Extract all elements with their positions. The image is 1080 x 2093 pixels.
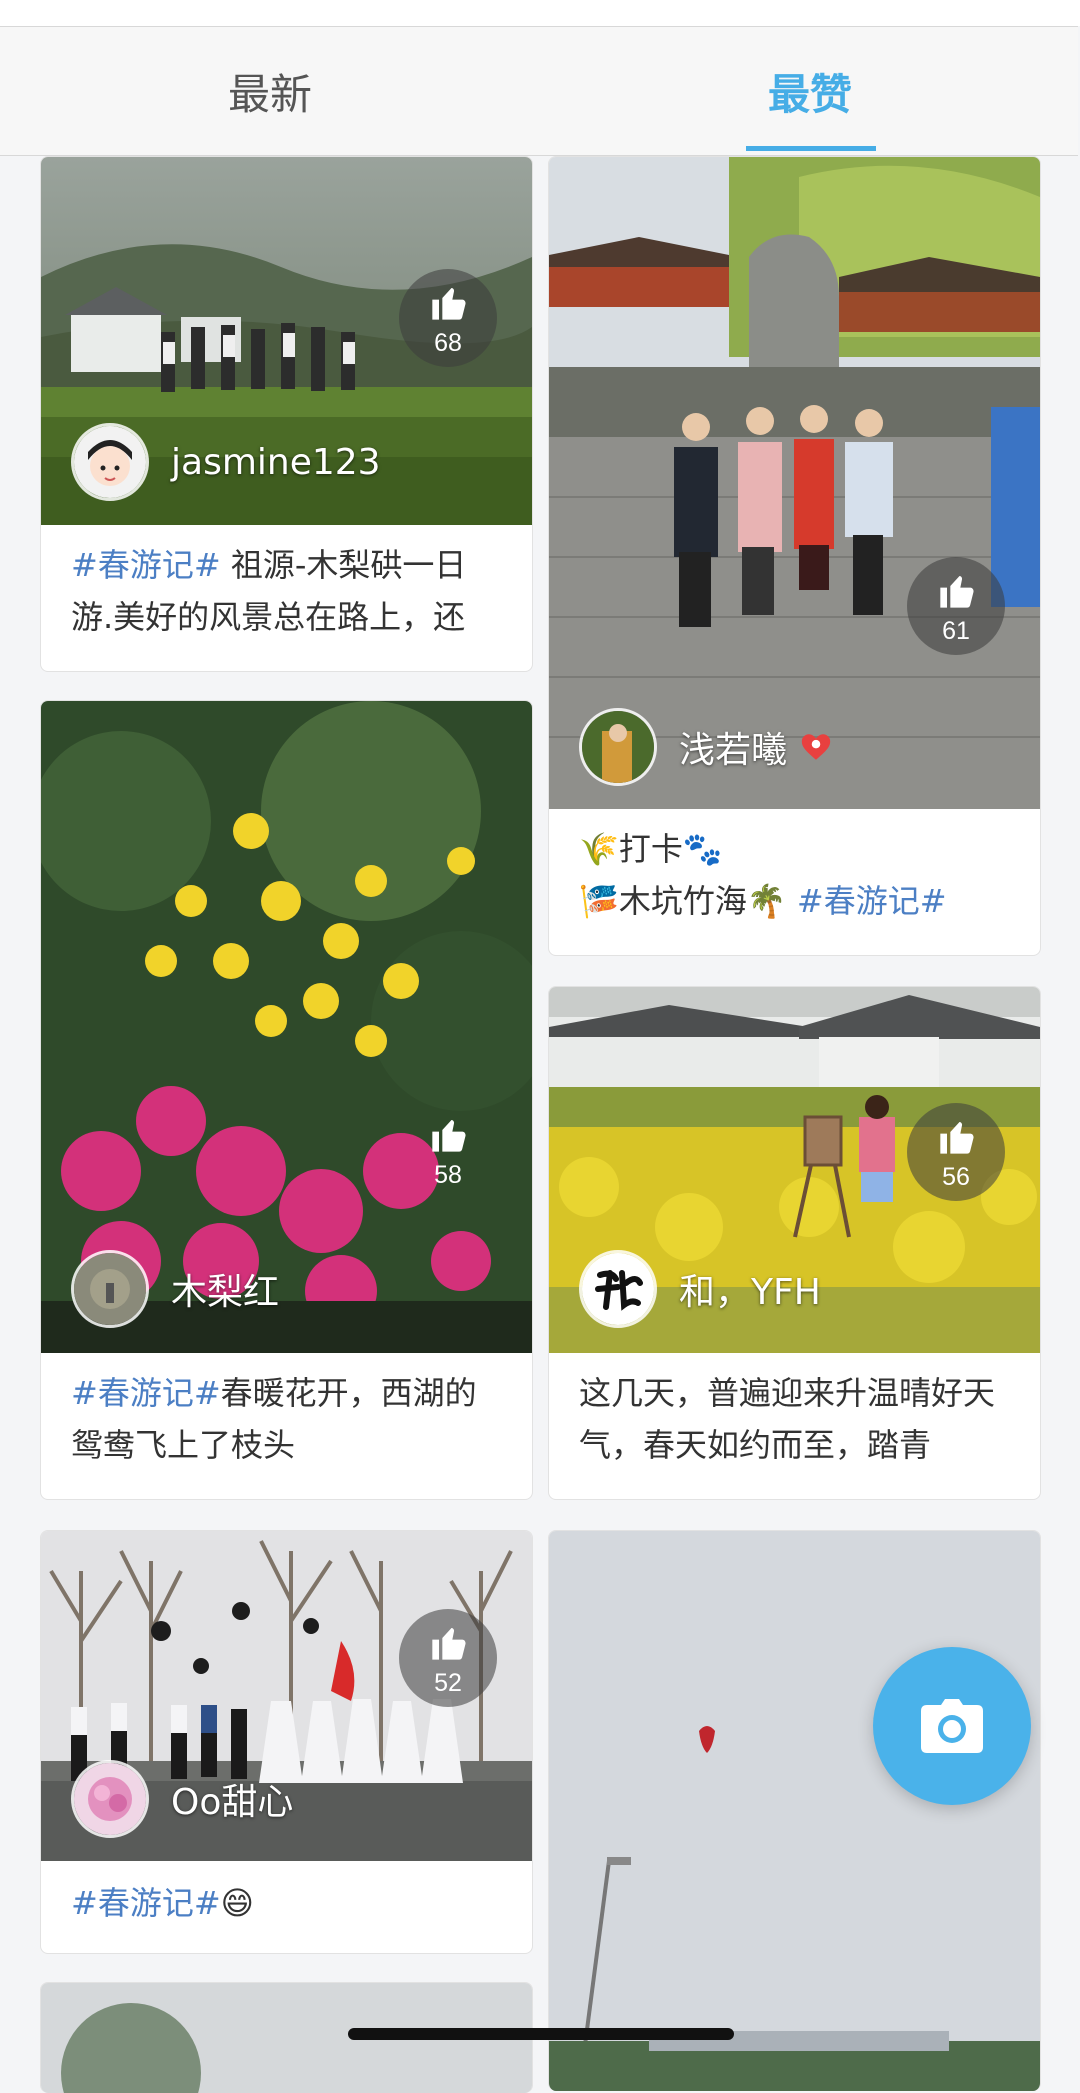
caption-line-2: 🎏木坑竹海🌴 #春游记# <box>579 875 1010 927</box>
thumbs-up-icon <box>432 288 466 320</box>
post-caption[interactable]: 这几天，普遍迎来升温晴好天气，春天如约而至，踏青 <box>579 1367 1010 1471</box>
thumbs-up-icon <box>432 1120 466 1152</box>
post-card-5[interactable]: 52 Oo甜心 #春游记#😄 <box>40 1530 533 1954</box>
username: jasmine123 <box>171 441 381 483</box>
like-badge[interactable]: 56 <box>907 1103 1005 1201</box>
post-card-3[interactable]: 58 木梨红 #春游记#春暖花开，西湖的鸳鸯飞上了枝头 <box>40 700 533 1500</box>
post-card-4[interactable]: 56 和，YFH 这几天，普遍迎来升温晴好天气，春天如约而至，踏青 <box>548 986 1041 1500</box>
like-count: 58 <box>434 1161 462 1189</box>
like-count: 56 <box>942 1163 970 1191</box>
caption-text: 这几天，普遍迎来升温晴好天气，春天如约而至，踏青 <box>579 1374 996 1464</box>
carp-streamer-icon: 🎏 <box>579 882 619 920</box>
like-count: 61 <box>942 617 970 645</box>
thumbs-up-icon <box>940 1122 974 1154</box>
paw-icon: 🐾 <box>682 830 723 868</box>
avatar[interactable] <box>71 1760 149 1838</box>
caption-text: 木坑竹海 <box>618 882 747 920</box>
hashtag[interactable]: #春游记# <box>71 1374 221 1412</box>
rice-icon: 🌾 <box>579 830 619 868</box>
home-indicator[interactable] <box>348 2028 734 2040</box>
post-author[interactable]: jasmine123 <box>71 423 381 501</box>
camera-button[interactable] <box>873 1647 1031 1805</box>
hashtag[interactable]: #春游记# <box>71 546 221 584</box>
status-bar <box>0 0 1080 26</box>
caption-line-1: 🌾打卡🐾 <box>579 823 1010 875</box>
post-caption[interactable]: #春游记#😄 <box>71 1877 502 1929</box>
hashtag[interactable]: #春游记# <box>71 1884 221 1922</box>
camera-icon <box>921 1699 983 1753</box>
heart-badge-icon <box>801 734 831 760</box>
like-badge[interactable]: 52 <box>399 1609 497 1707</box>
post-photo[interactable] <box>549 1531 1040 2091</box>
avatar[interactable] <box>579 1250 657 1328</box>
like-badge[interactable]: 61 <box>907 557 1005 655</box>
post-caption[interactable]: #春游记# 祖源-木梨硔一日游.美好的风景总在路上，还 <box>71 539 502 643</box>
username: 和，YFH <box>679 1272 821 1313</box>
avatar[interactable] <box>71 1250 149 1328</box>
avatar[interactable] <box>579 708 657 786</box>
smile-emoji-icon: 😄 <box>220 1884 254 1922</box>
post-caption[interactable]: #春游记#春暖花开，西湖的鸳鸯飞上了枝头 <box>71 1367 502 1471</box>
hashtag[interactable]: #春游记# <box>797 882 947 920</box>
post-author[interactable]: 浅若曦 <box>579 708 833 786</box>
post-caption[interactable]: 🌾打卡🐾 🎏木坑竹海🌴 #春游记# <box>579 823 1010 927</box>
post-card-1[interactable]: 68 jasmine123 #春游记# 祖源-木梨硔一日游.美好的风景总在路上，… <box>40 156 533 672</box>
avatar[interactable] <box>71 423 149 501</box>
post-author[interactable]: 木梨红 <box>71 1250 280 1328</box>
palm-tree-icon: 🌴 <box>746 882 787 920</box>
thumbs-up-icon <box>940 576 974 608</box>
post-card-6[interactable] <box>548 1530 1041 2091</box>
like-count: 68 <box>434 329 462 357</box>
like-count: 52 <box>434 1669 462 1697</box>
post-author[interactable]: 和，YFH <box>579 1250 821 1328</box>
post-author[interactable]: Oo甜心 <box>71 1760 294 1838</box>
thumbs-up-icon <box>432 1628 466 1660</box>
caption-text: 打卡 <box>618 830 683 868</box>
like-badge[interactable]: 68 <box>399 269 497 367</box>
active-tab-indicator <box>746 146 876 151</box>
username: 木梨红 <box>171 1272 280 1313</box>
username: 浅若曦 <box>679 730 788 771</box>
tab-bar: 最新 最赞 <box>0 26 1078 156</box>
tab-top[interactable]: 最赞 <box>540 27 1080 155</box>
post-card-2[interactable]: 61 浅若曦 🌾打卡🐾 🎏木坑竹海🌴 #春游记# <box>548 156 1041 956</box>
username: Oo甜心 <box>171 1782 294 1823</box>
like-badge[interactable]: 58 <box>399 1101 497 1199</box>
tab-latest[interactable]: 最新 <box>0 27 540 155</box>
